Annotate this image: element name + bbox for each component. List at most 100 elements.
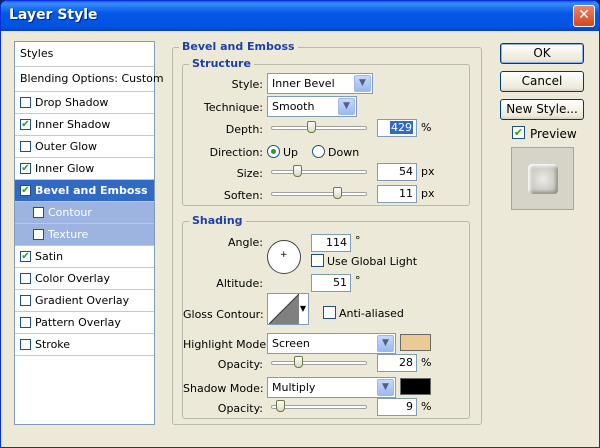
style-item-checkbox[interactable]: ✔ [20,118,31,130]
highlight-opacity-track[interactable] [271,361,367,365]
depth-label: Depth: [225,123,263,136]
direction-up-label[interactable]: Up [283,146,298,159]
shadow-color-swatch[interactable] [400,378,431,395]
shadow-mode-select[interactable]: Multiply ▼ [267,377,396,398]
blending-options-item[interactable]: Blending Options: Custom [15,67,164,92]
highlight-opacity-unit: % [421,356,432,369]
style-item-inner-shadow[interactable]: ✔ Inner Shadow [15,114,154,136]
direction-up-radio[interactable] [267,145,280,158]
shadow-opacity-thumb[interactable] [275,400,285,412]
style-item-checkbox[interactable] [33,228,44,240]
cancel-button[interactable]: Cancel [500,71,584,92]
ok-button[interactable]: OK [500,43,584,64]
technique-select-value: Smooth [272,100,315,113]
size-label: Size: [236,167,263,180]
style-item-checkbox[interactable]: ✔ [20,250,31,262]
bevel-emboss-title: Bevel and Emboss [179,40,298,53]
style-item-bevel-and-emboss[interactable]: ✔ Bevel and Emboss [15,180,154,202]
highlight-mode-select[interactable]: Screen ▼ [267,333,396,354]
style-item-checkbox[interactable] [20,316,31,328]
use-global-light-checkbox[interactable] [311,254,324,267]
soften-slider-thumb[interactable] [333,187,343,199]
altitude-label: Altitude: [216,277,263,290]
style-item-label: Color Overlay [35,272,110,285]
contour-curve-icon [269,294,299,324]
style-item-pattern-overlay[interactable]: Pattern Overlay [15,312,154,334]
style-item-checkbox[interactable] [20,338,31,350]
style-item-texture[interactable]: Texture [15,224,154,246]
angle-dial-marker: + [280,250,288,260]
style-item-satin[interactable]: ✔ Satin [15,246,154,268]
size-slider-track[interactable] [271,170,367,174]
style-item-color-overlay[interactable]: Color Overlay [15,268,154,290]
gloss-contour-picker[interactable]: ▼ [267,293,309,325]
style-select[interactable]: Inner Bevel ▼ [267,73,373,94]
chevron-down-icon: ▼ [354,75,371,92]
shadow-opacity-value: 9 [406,400,413,413]
soften-unit: px [421,187,435,200]
new-style-button[interactable]: New Style... [500,99,584,120]
soften-slider-track[interactable] [271,192,367,196]
chevron-down-icon: ▼ [338,98,355,115]
soften-input-value: 11 [399,187,413,200]
depth-input-value: 429 [390,121,413,134]
technique-select[interactable]: Smooth ▼ [267,96,357,117]
style-item-gradient-overlay[interactable]: Gradient Overlay [15,290,154,312]
anti-aliased-label[interactable]: Anti-aliased [339,307,404,320]
angle-label: Angle: [227,236,263,249]
dialog-body: Styles Blending Options: Custom Drop Sha… [4,31,596,445]
soften-input[interactable]: 11 [377,185,417,203]
chevron-down-icon: ▼ [377,335,394,352]
angle-unit: ° [355,234,361,247]
style-item-checkbox[interactable] [20,272,31,284]
style-item-checkbox[interactable] [20,140,31,152]
shadow-mode-value: Multiply [272,381,316,394]
chevron-down-icon: ▼ [299,304,306,313]
style-item-checkbox[interactable] [20,294,31,306]
styles-header[interactable]: Styles [15,42,154,67]
style-item-checkbox[interactable] [20,96,31,108]
highlight-mode-label: Highlight Mode: [183,338,270,351]
size-slider-thumb[interactable] [292,165,302,177]
direction-down-label[interactable]: Down [328,146,359,159]
altitude-input[interactable]: 51 [311,274,351,292]
direction-label: Direction: [209,146,263,159]
angle-input[interactable]: 114 [311,234,351,252]
depth-slider-thumb[interactable] [307,121,317,133]
shadow-opacity-track[interactable] [271,405,367,409]
highlight-opacity-thumb[interactable] [293,356,303,368]
styles-list: Styles Blending Options: Custom Drop Sha… [14,41,164,425]
structure-group: Structure Style: Inner Bevel ▼ Technique… [182,57,470,206]
preview-label[interactable]: Preview [530,127,577,141]
style-item-checkbox[interactable]: ✔ [20,184,31,196]
style-item-outer-glow[interactable]: Outer Glow [15,136,154,158]
title-bar[interactable]: Layer Style ✕ [1,1,599,31]
style-item-label: Pattern Overlay [35,316,121,329]
direction-down-radio[interactable] [312,145,325,158]
style-item-contour[interactable]: Contour [15,202,154,224]
style-item-inner-glow[interactable]: ✔ Inner Glow [15,158,154,180]
size-input[interactable]: 54 [377,163,417,181]
shadow-opacity-input[interactable]: 9 [377,398,417,416]
shadow-opacity-label: Opacity: [217,402,263,415]
preview-checkbox[interactable]: ✔ [512,126,525,139]
highlight-opacity-input[interactable]: 28 [377,354,417,372]
style-item-checkbox[interactable] [33,206,44,218]
highlight-color-swatch[interactable] [400,334,431,351]
style-item-drop-shadow[interactable]: Drop Shadow [15,92,154,114]
size-input-value: 54 [399,165,413,178]
style-item-stroke[interactable]: Stroke [15,334,154,356]
depth-input[interactable]: 429 [377,119,417,137]
anti-aliased-checkbox[interactable] [323,306,336,319]
depth-unit: % [421,121,432,134]
use-global-light-label[interactable]: Use Global Light [327,255,417,268]
shading-title: Shading [189,214,246,227]
close-button[interactable]: ✕ [573,5,595,27]
style-item-label: Bevel and Emboss [35,184,148,197]
angle-dial[interactable]: + [267,240,301,274]
style-item-checkbox[interactable]: ✔ [20,162,31,174]
style-item-label: Texture [48,228,89,241]
depth-slider-track[interactable] [271,126,367,130]
altitude-unit: ° [355,274,361,287]
shadow-opacity-unit: % [421,400,432,413]
